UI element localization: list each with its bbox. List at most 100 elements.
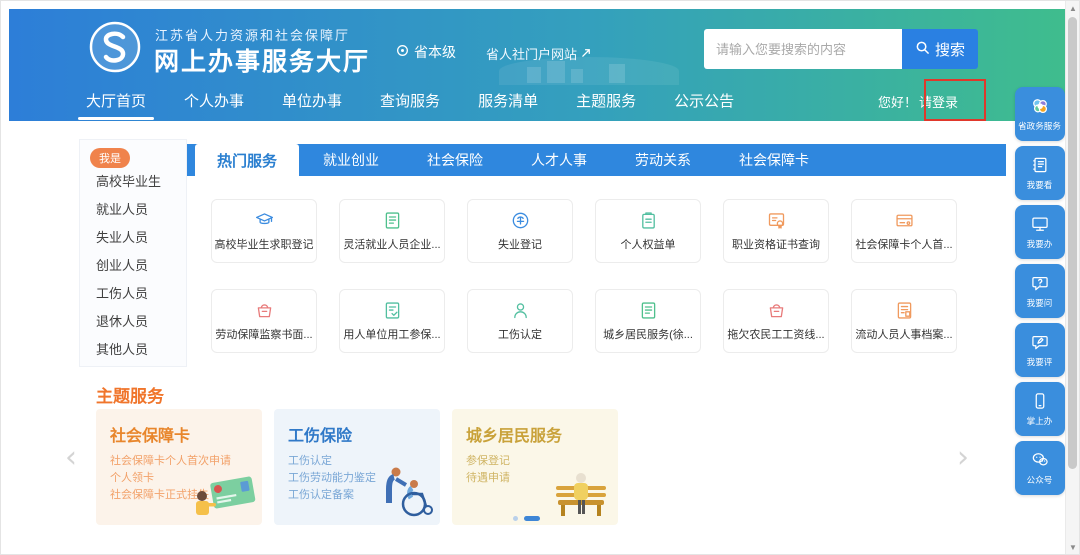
external-link-icon <box>581 46 592 61</box>
carousel-next-icon[interactable]: › <box>957 443 969 473</box>
question-bubble-icon <box>1030 273 1050 293</box>
scrollbar-thumb[interactable] <box>1068 17 1077 469</box>
service-card[interactable]: 城乡居民服务(徐... <box>595 289 701 353</box>
service-card[interactable]: 流动人员人事档案... <box>851 289 957 353</box>
service-label: 职业资格证书查询 <box>732 236 820 252</box>
scrollbar-up-arrow-icon[interactable]: ▲ <box>1066 3 1080 15</box>
service-card[interactable]: 高校毕业生求职登记 <box>211 199 317 263</box>
header-buildings-decoration <box>547 61 565 83</box>
portal-site-link[interactable]: 省人社门户网站 <box>486 44 592 63</box>
header-banner: 江苏省人力资源和社会保障厅 网上办事服务大厅 省本级 省人社门户网站 <box>9 9 1067 121</box>
widget-wechat-account[interactable]: 公众号 <box>1015 441 1065 495</box>
login-link[interactable]: 请登录 <box>919 92 958 111</box>
service-label: 流动人员人事档案... <box>855 326 952 342</box>
service-tab-bar: 热门服务 就业创业 社会保险 人才人事 劳动关系 社会保障卡 <box>187 144 1006 176</box>
widget-label: 我要看 <box>1027 178 1053 190</box>
nav-item-theme-services[interactable]: 主题服务 <box>576 83 636 121</box>
audience-item-work-injury[interactable]: 工伤人员 <box>90 280 186 308</box>
document-icon <box>638 300 659 321</box>
service-card[interactable]: 失业登记 <box>467 199 573 263</box>
widget-gov-service[interactable]: 省政务服务 <box>1015 87 1065 141</box>
region-selector[interactable]: 省本级 <box>396 42 456 62</box>
nav-item-query[interactable]: 查询服务 <box>380 83 440 121</box>
service-card[interactable]: 灵活就业人员企业... <box>339 199 445 263</box>
widget-label: 我要评 <box>1027 355 1053 367</box>
clipboard-icon <box>638 210 659 231</box>
service-card[interactable]: 拖欠农民工工资线... <box>723 289 829 353</box>
service-label: 用人单位用工参保... <box>343 326 440 342</box>
widget-i-want-to-review[interactable]: 我要评 <box>1015 323 1065 377</box>
tab-social-security-card[interactable]: 社会保障卡 <box>715 144 833 176</box>
portal-link-label: 省人社门户网站 <box>486 44 577 63</box>
audience-item-other[interactable]: 其他人员 <box>90 336 186 364</box>
header-buildings-decoration <box>571 69 583 83</box>
bureau-logo-icon <box>89 21 141 73</box>
service-label: 城乡居民服务(徐... <box>603 326 693 342</box>
service-label: 灵活就业人员企业... <box>343 236 440 252</box>
widget-i-want-to-ask[interactable]: 我要问 <box>1015 264 1065 318</box>
service-card[interactable]: 社会保障卡个人首... <box>851 199 957 263</box>
service-card[interactable]: 工伤认定 <box>467 289 573 353</box>
mobile-phone-icon <box>1030 391 1050 411</box>
scrollbar-down-arrow-icon[interactable]: ▼ <box>1066 542 1080 554</box>
tab-social-insurance[interactable]: 社会保险 <box>403 144 507 176</box>
widget-i-want-to-do[interactable]: 我要办 <box>1015 205 1065 259</box>
tab-employment[interactable]: 就业创业 <box>299 144 403 176</box>
inbox-icon <box>766 300 787 321</box>
page: 江苏省人力资源和社会保障厅 网上办事服务大厅 省本级 省人社门户网站 <box>0 0 1080 555</box>
search-input[interactable] <box>704 29 902 69</box>
carousel-prev-icon[interactable]: ‹ <box>65 443 77 473</box>
audience-item-unemployed[interactable]: 失业人员 <box>90 224 186 252</box>
audience-item-employed[interactable]: 就业人员 <box>90 196 186 224</box>
person-icon <box>510 300 531 321</box>
archive-icon <box>894 300 915 321</box>
graduate-cap-icon <box>254 210 275 231</box>
nav-item-company[interactable]: 单位办事 <box>282 83 342 121</box>
service-label: 工伤认定 <box>498 326 542 342</box>
nav-item-service-list[interactable]: 服务清单 <box>478 83 538 121</box>
notebook-icon <box>1030 155 1050 175</box>
service-card[interactable]: 用人单位用工参保... <box>339 289 445 353</box>
tab-talent[interactable]: 人才人事 <box>507 144 611 176</box>
feedback-bubble-icon <box>1030 332 1050 352</box>
carousel-dot-active[interactable] <box>524 516 540 521</box>
theme-card-social-security-card[interactable]: 社会保障卡 社会保障卡个人首次申请 个人领卡 社会保障卡正式挂失 <box>96 409 262 525</box>
side-widget-bar: 省政务服务 我要看 我要办 我要问 <box>1015 87 1065 495</box>
nav-item-home[interactable]: 大厅首页 <box>86 83 146 121</box>
unemployment-badge-icon <box>510 210 531 231</box>
carousel-dot[interactable] <box>513 516 518 521</box>
service-label: 个人权益单 <box>621 236 676 252</box>
audience-item-entrepreneur[interactable]: 创业人员 <box>90 252 186 280</box>
wechat-icon <box>1030 450 1050 470</box>
tab-labor-relations[interactable]: 劳动关系 <box>611 144 715 176</box>
greeting-area: 您好！ 请登录 <box>878 92 958 111</box>
portal-title: 网上办事服务大厅 <box>154 42 370 78</box>
service-card[interactable]: 劳动保障监察书面... <box>211 289 317 353</box>
audience-item-retired[interactable]: 退休人员 <box>90 308 186 336</box>
widget-label: 公众号 <box>1027 473 1053 485</box>
service-label: 社会保障卡个人首... <box>855 236 952 252</box>
nav-item-announcements[interactable]: 公示公告 <box>674 83 734 121</box>
audience-item-graduate[interactable]: 高校毕业生 <box>90 168 186 196</box>
service-card[interactable]: 职业资格证书查询 <box>723 199 829 263</box>
browser-scrollbar: ▲ ▼ <box>1065 1 1079 555</box>
nav-item-personal[interactable]: 个人办事 <box>184 83 244 121</box>
region-label: 省本级 <box>414 42 456 62</box>
theme-card-work-injury-insurance[interactable]: 工伤保险 工伤认定 工伤劳动能力鉴定 工伤认定备案 <box>274 409 440 525</box>
tab-hot-services[interactable]: 热门服务 <box>195 144 299 182</box>
search-button[interactable]: 搜索 <box>902 29 978 69</box>
widget-label: 我要办 <box>1027 237 1053 249</box>
search-button-label: 搜索 <box>935 39 965 60</box>
search-icon <box>915 40 930 59</box>
audience-badge: 我是 <box>90 148 130 168</box>
greeting-text: 您好！ <box>878 92 917 111</box>
service-label: 失业登记 <box>498 236 542 252</box>
service-card[interactable]: 个人权益单 <box>595 199 701 263</box>
social-card-icon <box>894 210 915 231</box>
theme-card-urban-rural-residents[interactable]: 城乡居民服务 参保登记 待遇申请 <box>452 409 618 525</box>
service-label: 劳动保障监察书面... <box>215 326 312 342</box>
search-bar: 搜索 <box>704 29 978 69</box>
widget-label: 省政务服务 <box>1019 119 1062 131</box>
widget-i-want-to-read[interactable]: 我要看 <box>1015 146 1065 200</box>
widget-mobile-service[interactable]: 掌上办 <box>1015 382 1065 436</box>
